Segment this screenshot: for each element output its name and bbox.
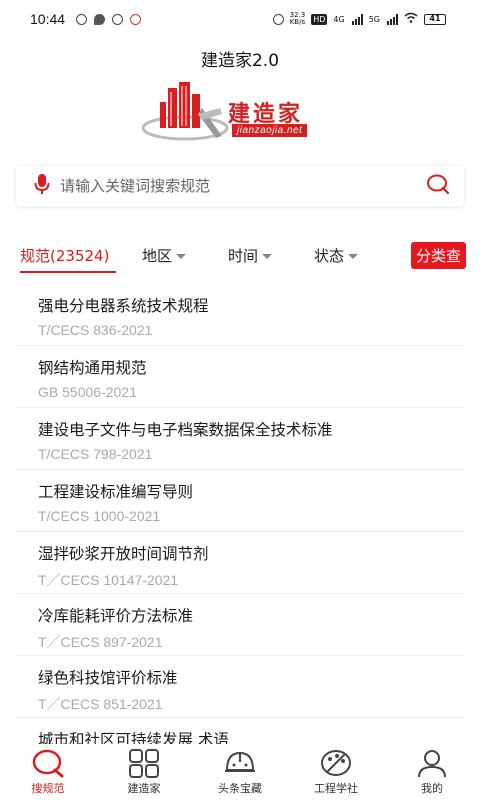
caret-down-icon xyxy=(262,254,273,259)
standards-list: 强电分电器系统技术规程 T/CECS 836-2021 钢结构通用规范 GB 5… xyxy=(0,284,480,718)
tab-region[interactable]: 地区 xyxy=(142,245,187,266)
hd-badge: HD xyxy=(311,13,328,25)
net-speed-unit: KB/s xyxy=(289,18,306,26)
bottom-nav: 搜规范 建造家 头条宝藏 工程学社 我的 xyxy=(0,744,480,800)
search-icon[interactable] xyxy=(426,173,450,199)
nav-profile[interactable]: 我的 xyxy=(384,748,480,796)
logo-building-icon xyxy=(141,82,229,141)
item-title: 钢结构通用规范 xyxy=(38,359,147,377)
tab-status[interactable]: 状态 xyxy=(314,245,359,266)
user-icon xyxy=(418,750,446,778)
chat-icon xyxy=(94,13,106,25)
microphone-icon[interactable] xyxy=(34,173,50,199)
list-item[interactable]: 建设电子文件与电子档案数据保全技术标准 T/CECS 798-2021 xyxy=(16,408,464,470)
list-item[interactable]: 强电分电器系统技术规程 T/CECS 836-2021 xyxy=(16,284,464,346)
tab-region-label: 地区 xyxy=(142,247,173,265)
status-time: 10:44 xyxy=(30,11,66,27)
category-search-button[interactable]: 分类查 xyxy=(410,242,466,269)
list-item[interactable]: 冷库能耗评价方法标准 T／CECS 897-2021 xyxy=(16,594,464,656)
item-code: T／CECS 10147-2021 xyxy=(38,572,179,588)
nav-label: 工程学社 xyxy=(314,782,358,795)
item-code: T/CECS 836-2021 xyxy=(38,322,153,338)
search-icon xyxy=(32,749,64,778)
alarm-icon xyxy=(272,13,284,25)
status-right: 32.3 KB/s HD 4G 5G 41 xyxy=(272,12,446,26)
nav-search-standards[interactable]: 搜规范 xyxy=(0,748,96,796)
filter-bar: 规范(23524) 地区 时间 状态 分类查 xyxy=(0,238,480,274)
item-title: 建设电子文件与电子档案数据保全技术标准 xyxy=(38,421,333,439)
nav-label: 建造家 xyxy=(127,782,161,795)
search-input[interactable] xyxy=(60,177,426,195)
item-code: GB 55006-2021 xyxy=(38,384,137,400)
notification-icon xyxy=(76,13,88,25)
app-notification-icon xyxy=(112,13,124,25)
tab-time-label: 时间 xyxy=(228,247,259,265)
item-code: T／CECS 897-2021 xyxy=(38,634,163,650)
nav-jianzaojia[interactable]: 建造家 xyxy=(96,748,192,796)
weibo-icon xyxy=(130,13,142,25)
list-item[interactable]: 工程建设标准编写导则 T/CECS 1000-2021 xyxy=(16,470,464,532)
item-code: T/CECS 1000-2021 xyxy=(38,508,161,524)
list-item[interactable]: 绿色科技馆评价标准 T／CECS 851-2021 xyxy=(16,656,464,718)
helmet-icon xyxy=(225,751,255,772)
signal-icon xyxy=(351,13,363,25)
signal-4g-label: 4G xyxy=(333,14,345,24)
list-item[interactable]: 钢结构通用规范 GB 55006-2021 xyxy=(16,346,464,408)
tab-standards-label: 规范(23524) xyxy=(20,247,110,265)
signal-5g-label: 5G xyxy=(368,14,380,24)
caret-down-icon xyxy=(176,254,187,259)
item-code: T／CECS 851-2021 xyxy=(38,696,163,712)
item-title: 绿色科技馆评价标准 xyxy=(38,669,178,687)
item-code: T/CECS 798-2021 xyxy=(38,446,153,462)
active-tab-indicator xyxy=(20,271,116,273)
net-speed: 32.3 KB/s xyxy=(290,12,306,26)
app-logo: 建造家 jianzaojia.net xyxy=(140,78,340,150)
item-title: 冷库能耗评价方法标准 xyxy=(38,607,194,625)
tab-standards[interactable]: 规范(23524) xyxy=(20,245,109,266)
item-title: 工程建设标准编写导则 xyxy=(38,483,194,501)
item-title: 湿拌砂浆开放时间调节剂 xyxy=(38,545,209,563)
nav-label: 我的 xyxy=(421,782,443,795)
search-bar[interactable] xyxy=(16,166,464,206)
status-left: 10:44 xyxy=(30,11,142,27)
tab-time[interactable]: 时间 xyxy=(228,245,273,266)
nav-label: 头条宝藏 xyxy=(218,782,262,795)
tab-status-label: 状态 xyxy=(314,247,345,265)
nav-headline-treasure[interactable]: 头条宝藏 xyxy=(192,748,288,796)
wifi-icon xyxy=(404,12,418,26)
item-title: 强电分电器系统技术规程 xyxy=(38,297,209,315)
signal-icon-2 xyxy=(387,13,398,25)
status-bar: 10:44 32.3 KB/s HD 4G 5G 41 xyxy=(0,0,480,38)
palette-icon xyxy=(321,750,351,776)
battery-icon: 41 xyxy=(424,13,446,25)
logo-domain: jianzaojia.net xyxy=(232,124,308,137)
nav-engineering-society[interactable]: 工程学社 xyxy=(288,748,384,796)
list-item[interactable]: 湿拌砂浆开放时间调节剂 T／CECS 10147-2021 xyxy=(16,532,464,594)
app-title: 建造家2.0 xyxy=(200,51,280,71)
nav-label: 搜规范 xyxy=(31,782,65,795)
caret-down-icon xyxy=(348,254,359,259)
grid-icon xyxy=(129,749,159,778)
